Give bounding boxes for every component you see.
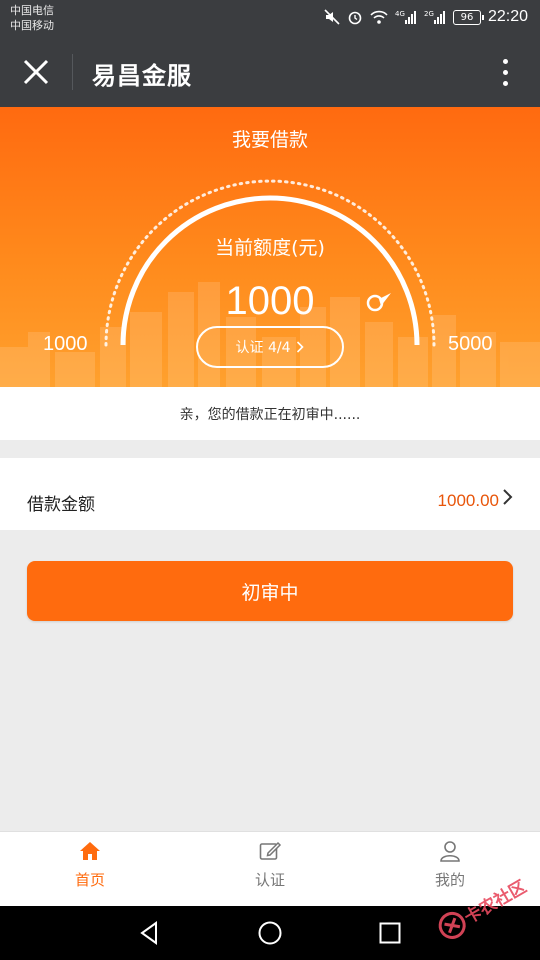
more-options-button[interactable] [490, 52, 520, 92]
carrier-info: 中国电信 中国移动 [10, 3, 54, 33]
current-credit-amount: 1000 [225, 279, 315, 323]
gauge-min-amount: 1000 [43, 333, 88, 355]
close-icon [23, 59, 49, 85]
credit-gauge-panel: 我要借款 当前额度(元) 1000 1000 5000 认证 4/4 [0, 107, 540, 387]
loan-amount-row[interactable]: 借款金额 1000.00 [0, 458, 540, 530]
more-dot-icon [502, 58, 508, 64]
gauge-pointer-icon [366, 293, 391, 312]
loan-amount-label: 借款金额 [27, 495, 95, 515]
user-icon [440, 841, 460, 862]
review-status-label: 初审中 [241, 581, 299, 604]
tab-verification-label: 认证 [254, 871, 285, 889]
notice-text: 亲，您的借款正在初审中...... [179, 406, 361, 423]
tab-verification[interactable]: 认证 [180, 832, 360, 906]
chevron-right-icon [297, 341, 305, 353]
battery-level: 96 [460, 11, 474, 23]
tab-mine-label: 我的 [434, 871, 465, 889]
battery-icon: 96 [452, 9, 484, 25]
gauge-max-amount: 5000 [448, 333, 493, 355]
back-icon[interactable] [137, 920, 163, 946]
recents-icon[interactable] [377, 920, 403, 946]
app-bar: 易昌金服 [0, 36, 540, 107]
loan-status-notice: 亲，您的借款正在初审中...... [0, 387, 540, 440]
tab-home-label: 首页 [74, 871, 105, 889]
alarm-icon [347, 9, 363, 25]
home-circle-icon[interactable] [257, 920, 283, 946]
loan-amount-value: 1000.00 [437, 491, 499, 510]
wifi-icon [370, 9, 388, 25]
clock: 22:20 [487, 8, 528, 25]
more-dot-icon [502, 69, 508, 75]
verification-progress-button[interactable]: 认证 4/4 [196, 326, 344, 368]
home-icon [80, 842, 100, 860]
close-button[interactable] [14, 50, 58, 94]
tab-home[interactable]: 首页 [0, 832, 180, 906]
more-dot-icon [502, 80, 508, 86]
gauge-label: 当前额度(元) [215, 237, 325, 259]
carrier-2: 中国移动 [10, 19, 54, 32]
edit-icon [259, 841, 282, 860]
carrier-1: 中国电信 [10, 4, 54, 17]
chevron-right-icon [503, 489, 513, 505]
status-icons: 4G 2G 96 22:20 [324, 8, 528, 26]
signal-4g-icon: 4G [395, 9, 417, 25]
appbar-divider [72, 54, 73, 90]
status-bar: 中国电信 中国移动 4G 2G 96 22:20 [0, 0, 540, 36]
verification-progress-label: 认证 4/4 [235, 340, 291, 356]
review-status-button[interactable]: 初审中 [27, 561, 513, 621]
svg-text:4G: 4G [395, 10, 405, 18]
mute-icon [324, 9, 340, 25]
signal-2g-icon: 2G [424, 9, 446, 25]
svg-text:2G: 2G [424, 10, 434, 18]
app-title: 易昌金服 [92, 62, 192, 90]
